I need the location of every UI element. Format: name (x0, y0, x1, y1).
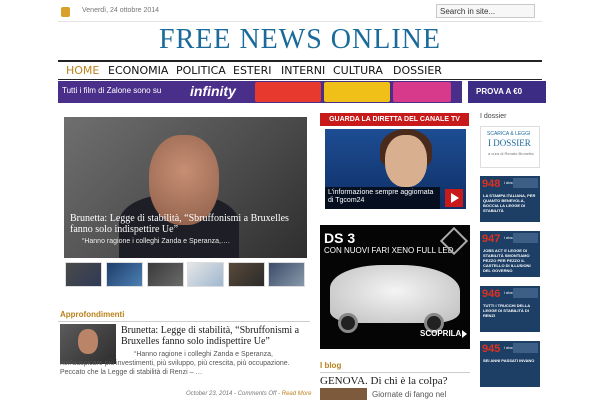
dossier-number: 948 (482, 178, 501, 190)
dossier-number: 946 (482, 288, 501, 300)
dossier-card[interactable]: 947 i dossier JOBS ACT E LEGGE DI STABIL… (480, 231, 540, 277)
dossier-card[interactable]: 948 i dossier LA STAMPA ITALIANA, PER QU… (480, 176, 540, 222)
tv-heading[interactable]: GUARDA LA DIRETTA DEL CANALE TV (320, 113, 469, 126)
divider (58, 321, 310, 322)
site-logo[interactable]: FREE NEWS ONLINE (58, 24, 542, 56)
dossier-photo (513, 288, 538, 298)
blog-snippet: Giornate di fango nel (372, 390, 447, 399)
section-heading-approfondimenti: Approfondimenti (60, 310, 125, 319)
banner-movie-card (255, 82, 321, 102)
tv-caption: L’informazione sempre aggiornata di Tgco… (325, 187, 440, 209)
featured-thumbnail[interactable] (106, 262, 143, 287)
search-input[interactable]: Search in site... (436, 4, 535, 18)
section-heading-blog: I blog (320, 361, 342, 370)
dossier-photo (513, 233, 538, 243)
current-date: Venerdì, 24 ottobre 2014 (82, 7, 160, 14)
featured-title[interactable]: Brunetta: Legge di stabilità, “Sbruffoni… (70, 213, 306, 235)
nav-item-interni[interactable]: INTERNI (281, 64, 325, 78)
featured-thumbnail[interactable] (147, 262, 184, 287)
featured-photo (149, 135, 219, 225)
article-comments: Comments Off (237, 391, 277, 397)
ad-cta[interactable]: SCOPRILA (420, 329, 468, 338)
tv-video-player[interactable]: L’informazione sempre aggiornata di Tgco… (325, 129, 466, 209)
ds3-advert[interactable]: DS 3 CON NUOVI FARI XENO FULL LED SCOPRI… (320, 225, 470, 349)
main-nav: HOME ECONOMIA POLITICA ESTERI INTERNI CU… (58, 60, 542, 80)
dossier-photo (513, 343, 538, 353)
featured-thumbnail[interactable] (228, 262, 265, 287)
article-date: October 23, 2014 (186, 391, 233, 397)
dossier-text: TUTTI I TRUCCHI DELLA LEGGE DI STABILITÀ… (483, 303, 530, 318)
dossier-text: JOBS ACT E LEGGE DI STABILITÀ SMONTIAMO … (483, 248, 531, 273)
article-title[interactable]: Brunetta: Legge di stabilità, “Sbruffoni… (121, 325, 311, 347)
divider (320, 372, 470, 373)
dossier-text: LA STAMPA ITALIANA, PER QUANTO BENEVOLA,… (483, 193, 536, 213)
play-icon[interactable] (445, 189, 463, 207)
blog-thumbnail[interactable] (320, 388, 367, 400)
ad-title: DS 3 (324, 230, 356, 246)
dossier-text: SEI ANNI PASSATI INVANO (483, 358, 535, 363)
banner-movie-card (324, 82, 390, 102)
dossier-number: 947 (482, 233, 501, 245)
dossier-cover-line: a cura di Renato Brunetta (488, 151, 534, 156)
dossier-card[interactable]: 946 i dossier TUTTI I TRUCCHI DELLA LEGG… (480, 286, 540, 332)
article-excerpt: “Hanno ragione i colleghi Zanda e Speran… (60, 351, 290, 376)
featured-thumbnail[interactable] (187, 262, 224, 287)
ad-subtitle: CON NUOVI FARI XENO FULL LED (324, 246, 454, 255)
top-bar: Venerdì, 24 ottobre 2014 Search in site.… (58, 0, 542, 22)
tv-presenter-image (385, 135, 427, 187)
article-meta: October 23, 2014 - Comments Off - Read M… (186, 391, 312, 397)
calendar-icon (61, 7, 70, 17)
nav-item-esteri[interactable]: ESTERI (233, 64, 272, 78)
banner-text: Tutti i film di Zalone sono su (62, 86, 162, 95)
dossier-card[interactable]: 945 i dossier SEI ANNI PASSATI INVANO (480, 341, 540, 387)
nav-item-politica[interactable]: POLITICA (176, 64, 226, 78)
nav-item-dossier[interactable]: DOSSIER (393, 64, 442, 78)
featured-thumbnail[interactable] (65, 262, 102, 287)
banner-movie-card (393, 82, 451, 102)
infinity-logo: infinity (190, 83, 236, 99)
nav-item-economia[interactable]: ECONOMIA (108, 64, 168, 78)
section-heading-dossier: I dossier (480, 113, 507, 120)
prova-button[interactable]: PROVA A €0 (468, 81, 546, 103)
dossier-photo (513, 178, 538, 188)
featured-excerpt: “Hanno ragione i colleghi Zanda e Speran… (82, 238, 230, 245)
infinity-banner[interactable]: Tutti i film di Zalone sono su infinity (58, 81, 462, 103)
prova-button-label: PROVA A €0 (476, 87, 523, 96)
featured-article[interactable]: Brunetta: Legge di stabilità, “Sbruffoni… (64, 117, 307, 258)
nav-item-cultura[interactable]: CULTURA (333, 64, 383, 78)
dossier-cover[interactable]: SCARICA & LEGGI I DOSSIER a cura di Rena… (480, 126, 540, 168)
nav-item-home[interactable]: HOME (66, 64, 99, 78)
featured-thumbnail[interactable] (268, 262, 305, 287)
car-wheel (338, 313, 358, 333)
dossier-cover-title: I DOSSIER (488, 138, 531, 148)
dossier-cover-line: SCARICA & LEGGI (487, 131, 531, 137)
blog-post-title[interactable]: GENOVA. Di chi è la colpa? (320, 375, 447, 387)
read-more-link[interactable]: Read More (282, 391, 312, 397)
dossier-number: 945 (482, 343, 501, 355)
